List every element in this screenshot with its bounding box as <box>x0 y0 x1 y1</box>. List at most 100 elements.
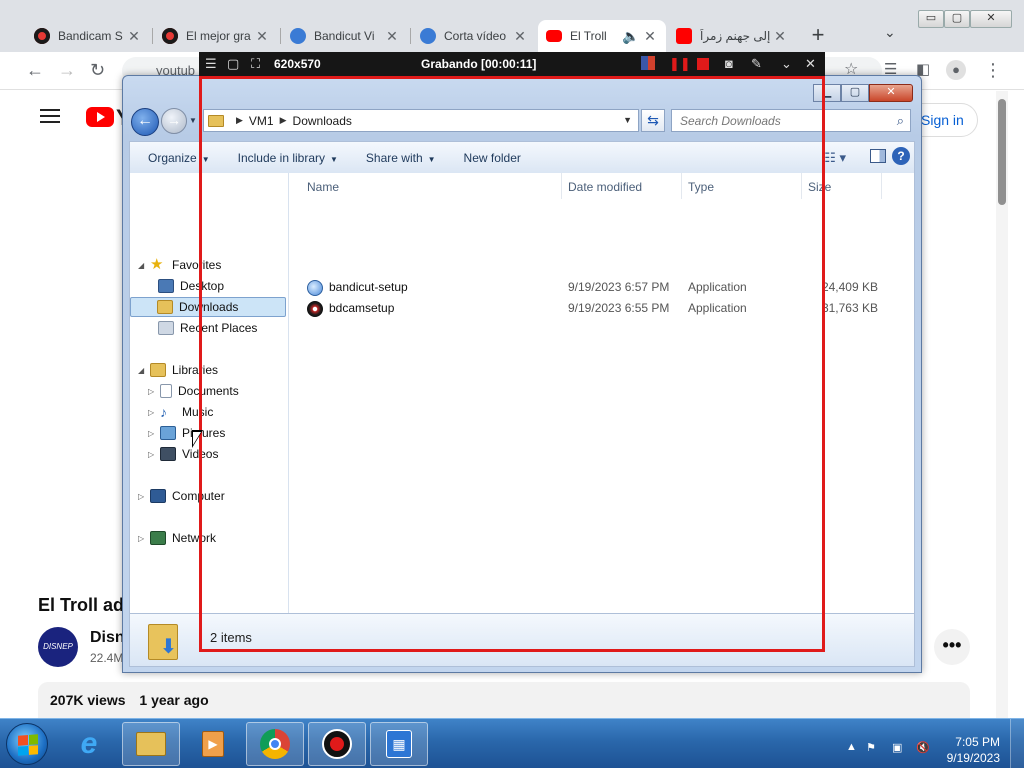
bandicam-taskbar-button[interactable] <box>308 722 366 766</box>
minimize-button[interactable]: ▭ <box>918 10 944 28</box>
nav-libraries[interactable]: ◢ Libraries <box>138 360 218 380</box>
menu-icon[interactable]: ☰ <box>205 56 217 72</box>
fullscreen-rect-icon[interactable]: ▢ <box>227 56 239 72</box>
nav-pictures[interactable]: ▷ Pictures <box>148 423 225 443</box>
include-in-library-button[interactable]: Include in library ▼ <box>228 151 348 165</box>
nav-videos[interactable]: ▷ Videos <box>148 444 218 464</box>
address-breadcrumb[interactable]: ▶ VM1 ▶ Downloads ▼ <box>203 109 639 132</box>
organize-button[interactable]: Organize ▼ <box>138 151 220 165</box>
close-tab-icon[interactable]: ✕ <box>384 28 400 45</box>
new-tab-button[interactable]: + <box>804 22 832 50</box>
explorer-taskbar-button[interactable] <box>122 722 180 766</box>
column-header-date[interactable]: Date modified <box>562 173 682 199</box>
file-row[interactable]: bdcamsetup 9/19/2023 6:55 PM Application… <box>289 298 889 318</box>
chevron-right-icon[interactable]: ▶ <box>280 115 287 126</box>
volume-muted-icon[interactable]: 🔇 <box>916 741 930 754</box>
nav-network[interactable]: ▷ Network <box>138 528 216 548</box>
internet-explorer-button[interactable]: e <box>60 722 118 766</box>
expand-triangle-icon[interactable]: ▷ <box>148 450 158 459</box>
tab-el-troll[interactable]: El Troll 🔈 ✕ <box>538 20 666 52</box>
column-header-name[interactable]: Name <box>289 173 562 199</box>
close-tab-icon[interactable]: ✕ <box>642 28 658 45</box>
channel-name[interactable]: Disn <box>90 629 125 647</box>
chevron-right-icon[interactable]: ▶ <box>236 115 243 126</box>
forward-arrow-icon[interactable]: → <box>161 108 187 134</box>
clock-date[interactable]: 9/19/2023 <box>947 751 1000 765</box>
speaker-icon[interactable]: 🔈 <box>622 28 639 45</box>
nav-documents[interactable]: ▷ Documents <box>148 381 239 401</box>
expand-triangle-icon[interactable]: ▷ <box>148 408 158 417</box>
clock-time[interactable]: 7:05 PM <box>955 735 1000 749</box>
back-arrow-icon[interactable]: ← <box>131 108 159 136</box>
bandicut-taskbar-button[interactable]: ▦ <box>370 722 428 766</box>
more-actions-button[interactable]: ••• <box>934 629 970 665</box>
show-hidden-icons-icon[interactable]: ▲ <box>846 741 857 753</box>
youtube-logo-icon[interactable] <box>86 107 114 127</box>
expand-triangle-icon[interactable]: ▷ <box>138 492 148 501</box>
stop-icon[interactable] <box>697 58 709 70</box>
maximize-button[interactable]: ▢ <box>841 84 869 102</box>
file-row[interactable]: bandicut-setup 9/19/2023 6:57 PM Applica… <box>289 277 889 297</box>
camera-icon[interactable]: ◙ <box>725 56 733 72</box>
collapse-chevron-icon[interactable]: ⌄ <box>781 56 792 72</box>
history-dropdown-icon[interactable]: ▼ <box>189 116 197 125</box>
address-dropdown-icon[interactable]: ▼ <box>623 115 632 125</box>
pause-icon[interactable]: ❚❚ <box>669 56 691 72</box>
start-button[interactable] <box>6 723 48 765</box>
pencil-icon[interactable]: ✎ <box>751 56 762 72</box>
close-icon[interactable]: ✕ <box>805 56 816 72</box>
column-header-type[interactable]: Type <box>682 173 802 199</box>
crop-icon[interactable]: ⛶ <box>251 56 260 72</box>
expand-triangle-icon[interactable]: ▷ <box>148 429 158 438</box>
tab-corta-video[interactable]: Corta vídeo ✕ <box>412 20 536 52</box>
close-tab-icon[interactable]: ✕ <box>254 28 270 45</box>
nav-downloads[interactable]: Downloads <box>130 297 286 317</box>
channel-avatar[interactable]: DISNEP <box>38 627 78 667</box>
change-view-icon[interactable]: ☷ ▾ <box>824 150 846 166</box>
profile-avatar-icon[interactable]: ● <box>946 60 966 80</box>
search-input[interactable]: Search Downloads ⌕ <box>671 109 911 132</box>
tab-bandicut[interactable]: Bandicut Vi ✕ <box>282 20 408 52</box>
collapse-triangle-icon[interactable]: ◢ <box>138 366 148 375</box>
video-description-box[interactable]: 207K views 1 year ago <box>38 682 970 718</box>
tab-arabic-video[interactable]: إلى جهنم زمراً ✕ <box>668 20 796 52</box>
minimize-button[interactable]: ▁ <box>813 84 841 102</box>
close-tab-icon[interactable]: ✕ <box>126 28 142 45</box>
refresh-button[interactable]: ⇆ <box>641 109 665 132</box>
nav-computer[interactable]: ▷ Computer <box>138 486 225 506</box>
show-desktop-button[interactable] <box>1010 719 1024 768</box>
chrome-taskbar-button[interactable] <box>246 722 304 766</box>
chrome-menu-icon[interactable]: ⋮ <box>984 60 1002 80</box>
close-tab-icon[interactable]: ✕ <box>772 28 788 45</box>
network-status-icon[interactable]: ▣ <box>892 741 902 754</box>
expand-triangle-icon[interactable]: ▷ <box>138 534 148 543</box>
page-scrollbar[interactable] <box>996 91 1008 718</box>
nav-music[interactable]: ▷ ♪ Music <box>148 402 213 422</box>
forward-arrow-icon[interactable]: → <box>58 60 76 80</box>
close-window-button[interactable]: ✕ <box>970 10 1012 28</box>
search-icon[interactable]: ⌕ <box>897 113 904 129</box>
media-player-button[interactable]: ▶ <box>184 722 242 766</box>
nav-favorites[interactable]: ◢ ★ Favorites <box>138 255 221 275</box>
breadcrumb-downloads[interactable]: Downloads <box>293 114 352 128</box>
nav-desktop[interactable]: Desktop <box>158 276 224 296</box>
maximize-button[interactable]: ▢ <box>944 10 970 28</box>
hamburger-menu-icon[interactable] <box>40 109 60 123</box>
back-arrow-icon[interactable]: ← <box>26 60 44 80</box>
reload-icon[interactable]: ↻ <box>90 60 105 80</box>
tab-search-chevron-icon[interactable]: ⌄ <box>884 24 896 41</box>
help-icon[interactable]: ? <box>892 147 910 165</box>
close-button[interactable]: ✕ <box>869 84 913 102</box>
breadcrumb-vm1[interactable]: VM1 <box>249 114 274 128</box>
tab-bandicam[interactable]: Bandicam S ✕ <box>26 20 150 52</box>
close-tab-icon[interactable]: ✕ <box>512 28 528 45</box>
share-with-button[interactable]: Share with ▼ <box>356 151 446 165</box>
action-center-flag-icon[interactable]: ⚑ <box>866 741 876 754</box>
preview-pane-icon[interactable] <box>870 149 886 163</box>
tab-el-mejor[interactable]: El mejor gra ✕ <box>154 20 278 52</box>
collapse-triangle-icon[interactable]: ◢ <box>138 261 148 270</box>
column-header-size[interactable]: Size <box>802 173 882 199</box>
new-folder-button[interactable]: New folder <box>454 151 531 165</box>
expand-triangle-icon[interactable]: ▷ <box>148 387 158 396</box>
nav-recent-places[interactable]: Recent Places <box>158 318 257 338</box>
